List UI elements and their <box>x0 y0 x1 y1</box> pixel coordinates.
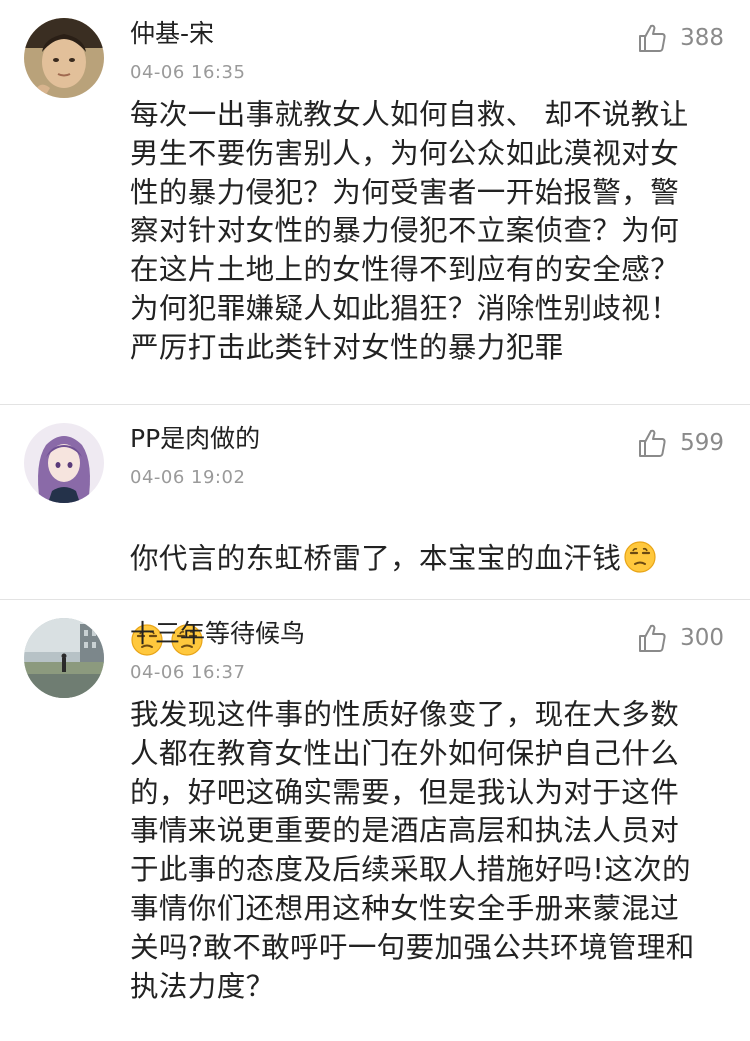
like-button[interactable]: 300 <box>636 622 724 654</box>
avatar-anime-girl-icon <box>24 423 104 503</box>
comment-item: PP是肉做的 04-06 19:02 599 你代言的东虹桥雷了，本宝宝的血汗钱 <box>0 405 750 656</box>
like-button[interactable]: 388 <box>636 22 724 54</box>
unamused-face-emoji <box>623 540 657 574</box>
timestamp: 04-06 19:02 <box>130 467 246 488</box>
comment-text: 我发现这件事的性质好像变了，现在大多数 人都在教育女性出门在外如何保护自己什么 … <box>130 698 695 1003</box>
like-count: 388 <box>680 25 724 51</box>
like-count: 300 <box>680 625 724 651</box>
timestamp: 04-06 16:35 <box>130 62 246 83</box>
avatar-street-scene-icon <box>24 618 104 698</box>
thumbs-up-icon <box>639 429 666 457</box>
comment-item: 仲基-宋 04-06 16:35 388 每次一出事就教女人如何自救、 却不说教… <box>0 0 750 405</box>
like-button[interactable]: 599 <box>636 427 724 459</box>
thumbs-up-icon <box>639 624 666 652</box>
avatar[interactable] <box>24 618 104 698</box>
comment-text: 每次一出事就教女人如何自救、 却不说教让 男生不要伤害别人，为何公众如此漠视对女… <box>130 98 689 364</box>
like-count: 599 <box>680 430 724 456</box>
thumbs-up-icon <box>639 24 666 52</box>
comment-item: 十三年等待候鸟 04-06 16:37 300 我发现这件事的性质好像变了，现在… <box>0 600 750 1041</box>
username[interactable]: PP是肉做的 <box>130 421 260 457</box>
username[interactable]: 仲基-宋 <box>130 16 214 52</box>
avatar-photo-man-icon <box>24 18 104 98</box>
comment-text-body: 你代言的东虹桥雷了，本宝宝的血汗钱 <box>130 541 622 575</box>
avatar[interactable] <box>24 423 104 503</box>
avatar[interactable] <box>24 18 104 98</box>
timestamp: 04-06 16:37 <box>130 662 246 683</box>
username[interactable]: 十三年等待候鸟 <box>130 616 305 652</box>
